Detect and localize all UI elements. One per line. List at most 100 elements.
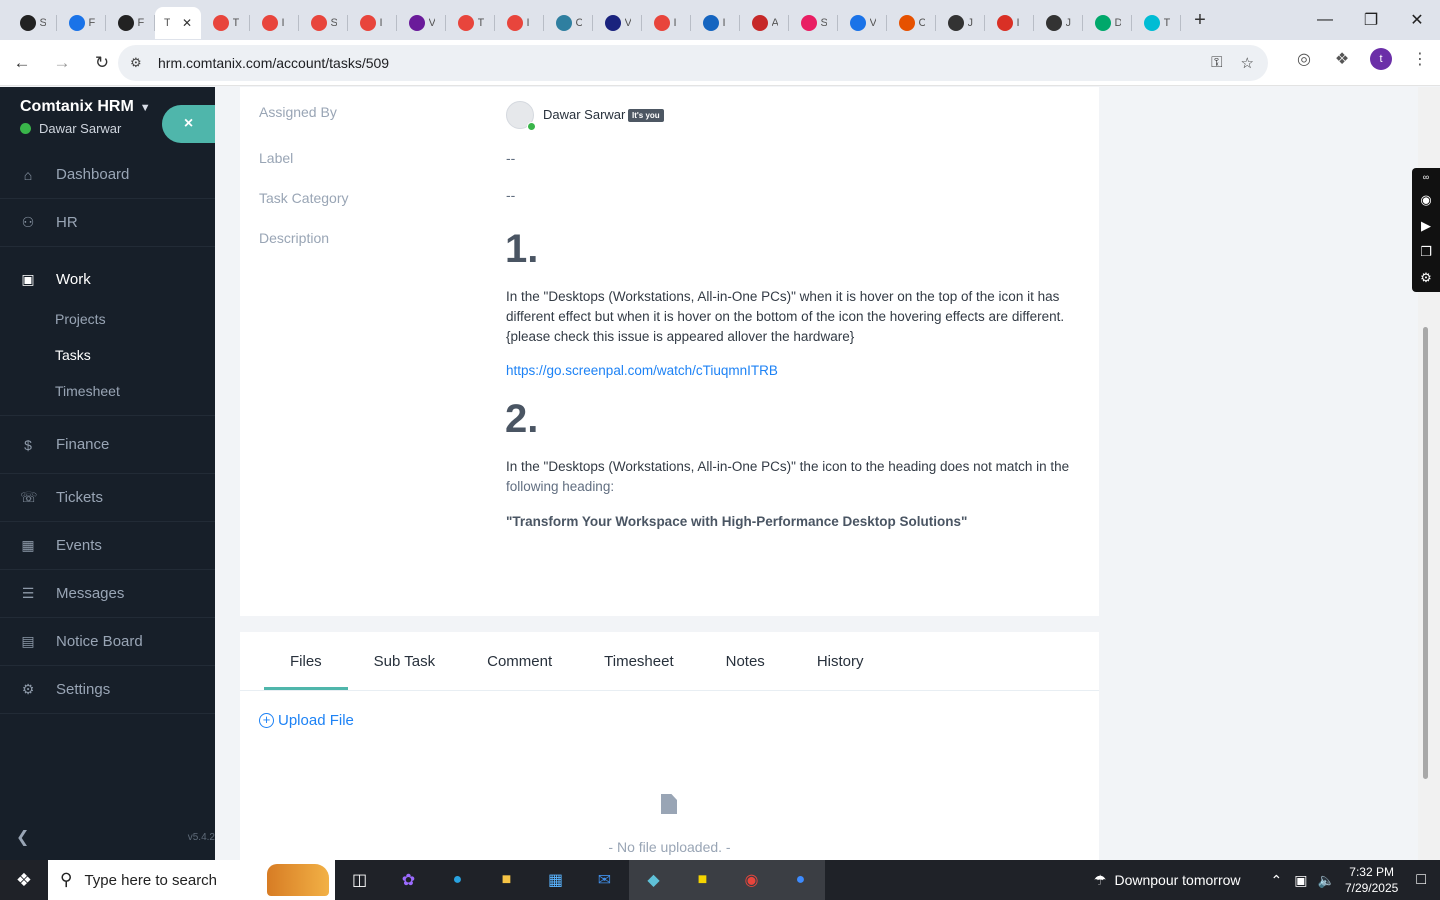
chrome-icon[interactable]: ◉ [727,860,776,900]
site-info-icon[interactable]: ⚙ [130,55,148,71]
tab-favicon-icon [408,15,425,31]
tab-title: J [1065,17,1072,29]
microsoft-store-icon[interactable]: ▦ [531,860,580,900]
tab-files[interactable]: Files [264,632,348,690]
sidebar-item-events[interactable]: ▦ Events [0,522,215,570]
browser-tab[interactable]: V [838,7,887,39]
tab-title: S [820,17,827,29]
browser-tab[interactable]: I [691,7,740,39]
close-tab-icon[interactable]: ✕ [182,16,192,30]
tab-notes[interactable]: Notes [700,632,791,690]
tab-history[interactable]: History [791,632,890,690]
forward-icon[interactable]: → [44,45,80,81]
menu-dots-icon[interactable]: ⋮ [1410,49,1430,69]
new-tab-button[interactable]: + [1185,5,1215,35]
extensions-icon[interactable]: ❖ [1332,49,1352,69]
sidebar-item-work[interactable]: ▣ Work [0,247,215,311]
sidebar-item-hr[interactable]: ⚇ HR [0,199,215,247]
sidebar-subitem-tasks[interactable]: Tasks [0,337,215,373]
network-icon[interactable]: ▣ [1294,872,1307,889]
volume-icon[interactable]: 🔈 [1318,872,1335,889]
browser-tab[interactable]: I [348,7,397,39]
video-camera-icon[interactable]: ▶ [1421,218,1431,234]
upload-file-button[interactable]: + Upload File [259,712,354,729]
chevron-up-icon[interactable]: ⌃ [1271,872,1283,889]
browser-tab[interactable]: I [642,7,691,39]
browser-tab[interactable]: J [936,7,985,39]
gear-icon[interactable]: ⚙ [1420,270,1432,286]
browser-tab[interactable]: D [1083,7,1132,39]
reload-icon[interactable]: ↻ [84,45,120,81]
browser-tab-active[interactable]: T ✕ [155,7,201,39]
restore-icon[interactable]: ❐ [1348,0,1394,40]
tab-favicon-icon [702,15,719,31]
scrollbar-thumb[interactable] [1423,327,1428,779]
tab-sub-task[interactable]: Sub Task [348,632,461,690]
tab-title: C [575,17,582,29]
sidebar-item-settings[interactable]: ⚙ Settings [0,666,215,714]
sidebar-item-finance[interactable]: $ Finance [0,416,215,474]
browser-tab[interactable]: T [201,7,250,39]
translate-icon[interactable]: ◎ [1294,49,1314,69]
camera-icon[interactable]: ◉ [1420,192,1431,208]
browser-tab[interactable]: T [1132,7,1181,39]
browser-tab[interactable]: C [887,7,936,39]
url-text[interactable]: hrm.comtanix.com/account/tasks/509 [158,55,389,71]
edge-browser-icon[interactable]: ● [433,860,482,900]
notification-icon[interactable]: □ [1416,871,1426,889]
zoom-icon[interactable]: ● [776,860,825,900]
assigned-by-name[interactable]: Dawar Sarwar [543,107,625,122]
browser-tab[interactable]: S [299,7,348,39]
back-icon[interactable]: ← [4,45,40,81]
password-key-icon[interactable]: ⚿ [1211,54,1222,72]
tab-timesheet[interactable]: Timesheet [578,632,699,690]
description-link[interactable]: https://go.screenpal.com/watch/cTiuqmnIT… [506,363,778,378]
sidebar-item-tickets[interactable]: ☏ Tickets [0,474,215,522]
app-diamond-icon[interactable]: ◆ [629,860,678,900]
sidebar-item-label: HR [56,214,78,231]
avatar[interactable] [506,101,536,131]
chevron-down-icon[interactable]: ▼ [140,102,151,114]
browser-tab[interactable]: C [544,7,593,39]
taskbar-search-box[interactable]: ⚲ Type here to search [48,860,335,900]
browser-tab[interactable]: T [446,7,495,39]
sidebar-item-dashboard[interactable]: ⌂ Dashboard [0,151,215,199]
brand[interactable]: Comtanix HRM ▼ [20,98,151,116]
browser-tab[interactable]: I [495,7,544,39]
browser-tab[interactable]: J [1034,7,1083,39]
copilot-icon[interactable]: ✿ [384,860,433,900]
tab-favicon-icon [555,15,572,31]
umbrella-icon: ☂ [1093,871,1107,888]
omnibox[interactable]: ⚙ hrm.comtanix.com/account/tasks/509 ⚿ ☆ [118,45,1268,81]
minimize-icon[interactable]: — [1302,0,1348,40]
collapse-sidebar-icon[interactable]: ❮ [16,827,29,847]
task-view-icon[interactable]: ◫ [335,860,384,900]
file-explorer-icon[interactable]: ■ [482,860,531,900]
browser-tab[interactable]: I [250,7,299,39]
browser-tab[interactable]: S [789,7,838,39]
browser-tab[interactable]: F [106,7,155,39]
sidebar-subitem-timesheet[interactable]: Timesheet [0,373,215,409]
window-icon[interactable]: ❐ [1420,244,1432,260]
close-window-icon[interactable]: ✕ [1394,0,1440,40]
browser-tab[interactable]: V [397,7,446,39]
close-sidebar-button[interactable]: × [162,105,215,143]
tab-comment[interactable]: Comment [461,632,578,690]
sidebar-item-messages[interactable]: ☰ Messages [0,570,215,618]
system-clock[interactable]: 7:32 PM 7/29/2025 [1345,864,1398,896]
windows-start-icon[interactable]: ❖ [0,860,48,900]
browser-tab[interactable]: F [57,7,106,39]
tab-favicon-icon [1045,15,1062,31]
sidebar-item-notice-board[interactable]: ▤ Notice Board [0,618,215,666]
sticky-notes-icon[interactable]: ■ [678,860,727,900]
profile-avatar[interactable]: t [1370,48,1392,70]
link-icon[interactable]: ∞ [1423,172,1429,182]
browser-tab[interactable]: A [740,7,789,39]
browser-tab[interactable]: S [8,7,57,39]
weather-widget[interactable]: ☂ Downpour tomorrow [1094,872,1241,889]
browser-tab[interactable]: V [593,7,642,39]
browser-tab[interactable]: I [985,7,1034,39]
bookmark-star-icon[interactable]: ☆ [1241,54,1254,72]
mail-icon[interactable]: ✉ [580,860,629,900]
message-icon: ☰ [21,585,35,601]
